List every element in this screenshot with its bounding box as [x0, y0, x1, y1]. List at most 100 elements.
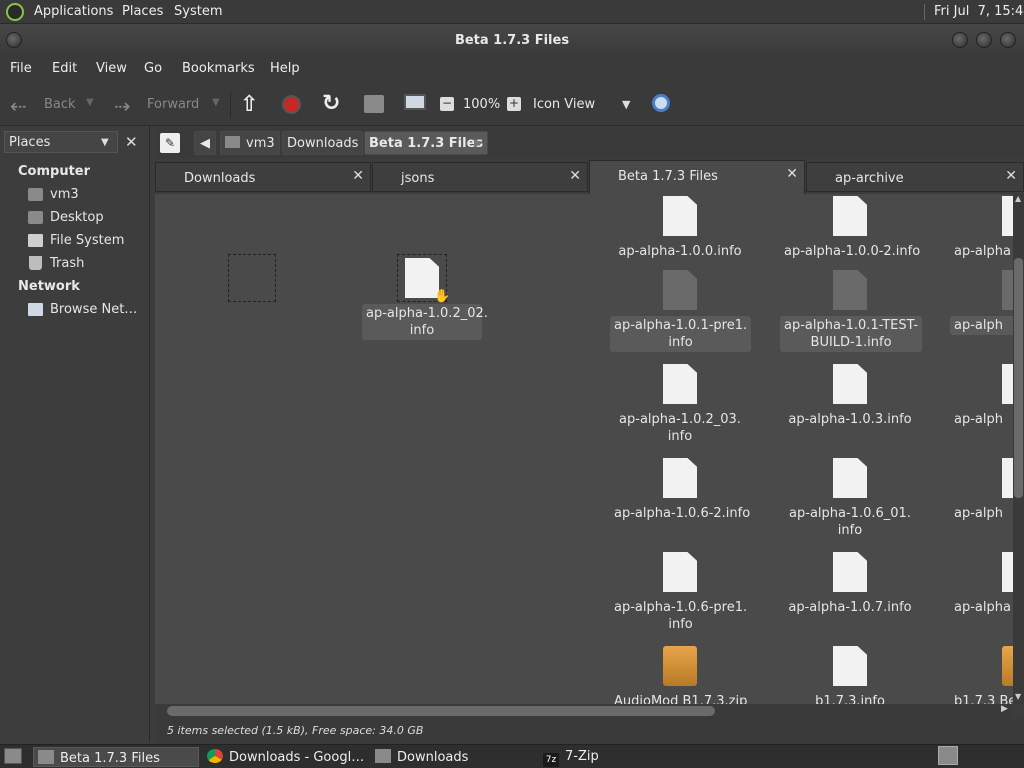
tab-downloads-label: Downloads [184, 171, 256, 186]
forward-button[interactable]: Forward [147, 97, 199, 112]
places-menu[interactable]: Places [122, 4, 163, 19]
help-menu[interactable]: Help [270, 61, 300, 76]
scroll-right-icon[interactable]: ▶ [1001, 704, 1008, 714]
taskbar-item-beta-files[interactable]: Beta 1.7.3 Files [33, 747, 199, 767]
sidebar-item-vm3[interactable]: vm3 [50, 187, 79, 202]
sidebar-selector-chevron-down-icon[interactable]: ▼ [101, 137, 109, 148]
zoom-in-icon[interactable]: + [507, 97, 521, 111]
sidebar-item-desktop[interactable]: Desktop [50, 210, 104, 225]
file-item[interactable]: ap-alph [950, 270, 1013, 335]
sidebar-item-file-system[interactable]: File System [50, 233, 124, 248]
system-menu[interactable]: System [174, 4, 222, 19]
distro-logo-icon[interactable] [6, 3, 24, 21]
stop-icon[interactable] [282, 95, 301, 114]
file-item[interactable]: ap-alpha-1.0.6-2.info [610, 458, 750, 523]
file-item[interactable]: ap-alpha-1.0.1-TEST- BUILD-1.info [780, 270, 923, 352]
tab-beta-files[interactable]: Beta 1.7.3 Files ✕ [589, 160, 805, 194]
vertical-scrollbar[interactable]: ▼ ▲ [1013, 194, 1024, 704]
zoom-out-icon[interactable]: − [440, 97, 454, 111]
up-arrow-icon[interactable]: ⇧ [240, 92, 258, 117]
view-mode-chevron-down-icon[interactable]: ▼ [622, 98, 630, 111]
tab-downloads[interactable]: Downloads ✕ [155, 162, 371, 192]
workspace-switcher-icon[interactable] [938, 746, 958, 765]
file-item[interactable]: ap-alpha-1.0.6-pre1. info [610, 552, 750, 634]
crumb-left-chevron-icon[interactable]: ◀ [194, 131, 216, 155]
horizontal-scroll-thumb[interactable] [167, 706, 715, 716]
computer-icon[interactable] [404, 94, 426, 110]
document-icon [1002, 196, 1013, 236]
home-icon[interactable] [364, 95, 384, 113]
close-tab-icon[interactable]: ✕ [352, 168, 364, 184]
close-tab-icon[interactable]: ✕ [569, 168, 581, 184]
file-item[interactable]: b1.7.3 Be [950, 646, 1013, 704]
file-item[interactable]: ap-alpha-1.0.1-pre1. info [610, 270, 752, 352]
file-item[interactable]: ap-alpha-1.0.3.info [780, 364, 920, 429]
file-item[interactable]: ap-alpha-1.0.2_03. info [610, 364, 750, 446]
sidebar-heading-computer: Computer [18, 164, 91, 179]
bookmarks-menu[interactable]: Bookmarks [182, 61, 255, 76]
file-item[interactable]: ap-alpha-1.0.6_01. info [780, 458, 920, 540]
taskbar-item-chrome[interactable]: Downloads - Googl… [203, 747, 369, 767]
clock[interactable]: Fri Jul 7, 15:44 [934, 4, 1024, 19]
file-item[interactable]: ap-alpha-1.0.0-2.info [780, 196, 920, 261]
forward-arrow-icon[interactable]: ⇢ [114, 94, 131, 118]
reload-icon[interactable]: ↻ [322, 91, 340, 116]
dragged-file[interactable]: ap-alpha-1.0.2_02. info [352, 258, 492, 340]
drag-drop-placeholder [228, 254, 276, 302]
show-desktop-icon[interactable] [4, 748, 22, 764]
search-icon[interactable] [652, 94, 670, 112]
file-item[interactable]: b1.7.3.info [780, 646, 920, 704]
close-sidebar-icon[interactable]: ✕ [125, 133, 138, 151]
desktop-folder-icon [28, 211, 43, 224]
taskbar-item-7zip[interactable]: 7z 7-Zip [539, 747, 705, 767]
file-item[interactable]: ap-alpha [950, 196, 1013, 261]
file-view[interactable]: ap-alpha-1.0.2_02. info ✋ ap-alpha-1.0.0… [155, 194, 1013, 704]
file-label: ap-alph [954, 506, 1003, 521]
file-item[interactable]: ap-alpha [950, 552, 1013, 617]
view-menu[interactable]: View [96, 61, 127, 76]
file-item[interactable]: ap-alpha-1.0.7.info [780, 552, 920, 617]
close-tab-icon[interactable]: ✕ [1005, 168, 1017, 184]
applications-menu[interactable]: Applications [34, 4, 113, 19]
back-history-chevron-icon[interactable]: ▼ [86, 97, 94, 108]
taskbar-item-label: Downloads [397, 750, 469, 765]
crumb-vm3[interactable]: vm3 [220, 131, 280, 155]
file-label: ap-alph [954, 412, 1003, 427]
forward-history-chevron-icon[interactable]: ▼ [212, 97, 220, 108]
drive-icon [28, 234, 43, 247]
document-icon [1002, 458, 1013, 498]
file-label: AudioMod B1.7.3.zip [614, 694, 748, 704]
minimize-button[interactable] [952, 32, 968, 48]
sidebar-item-trash[interactable]: Trash [50, 256, 84, 271]
close-window-button[interactable] [1000, 32, 1016, 48]
vertical-scroll-thumb[interactable] [1014, 258, 1023, 498]
scroll-up-icon[interactable]: ▲ [1015, 194, 1021, 203]
crumb-right-chevron-icon[interactable]: ▶ [474, 136, 482, 149]
edit-location-icon[interactable]: ✎ [160, 133, 180, 153]
taskbar-item-label: Beta 1.7.3 Files [60, 751, 160, 766]
file-menu[interactable]: File [10, 61, 32, 76]
file-item[interactable]: ap-alph [950, 458, 1013, 523]
document-icon [1002, 364, 1013, 404]
crumb-vm3-label: vm3 [246, 136, 275, 151]
maximize-button[interactable] [976, 32, 992, 48]
close-tab-icon[interactable]: ✕ [786, 166, 798, 182]
view-mode-select[interactable]: Icon View [533, 97, 595, 112]
go-menu[interactable]: Go [144, 61, 162, 76]
file-item[interactable]: ap-alph [950, 364, 1013, 429]
edit-menu[interactable]: Edit [52, 61, 77, 76]
taskbar-item-downloads[interactable]: Downloads [371, 747, 537, 767]
crumb-current[interactable]: Beta 1.7.3 Files [364, 131, 489, 155]
file-item[interactable]: ap-alpha-1.0.0.info [610, 196, 750, 261]
file-label: ap-alpha [954, 244, 1011, 259]
scroll-down-icon[interactable]: ▼ [1015, 692, 1021, 701]
sidebar-item-browse-network[interactable]: Browse Net… [50, 302, 137, 317]
horizontal-scrollbar[interactable]: ▶ [155, 704, 1013, 718]
zoom-level: 100% [463, 97, 501, 112]
back-arrow-icon[interactable]: ⇠ [10, 94, 27, 118]
back-button[interactable]: Back [44, 97, 76, 112]
tab-jsons[interactable]: jsons ✕ [372, 162, 588, 192]
file-item[interactable]: AudioMod B1.7.3.zip [610, 646, 750, 704]
tab-ap-archive[interactable]: ap-archive ✕ [806, 162, 1024, 192]
crumb-downloads[interactable]: Downloads [282, 131, 364, 155]
